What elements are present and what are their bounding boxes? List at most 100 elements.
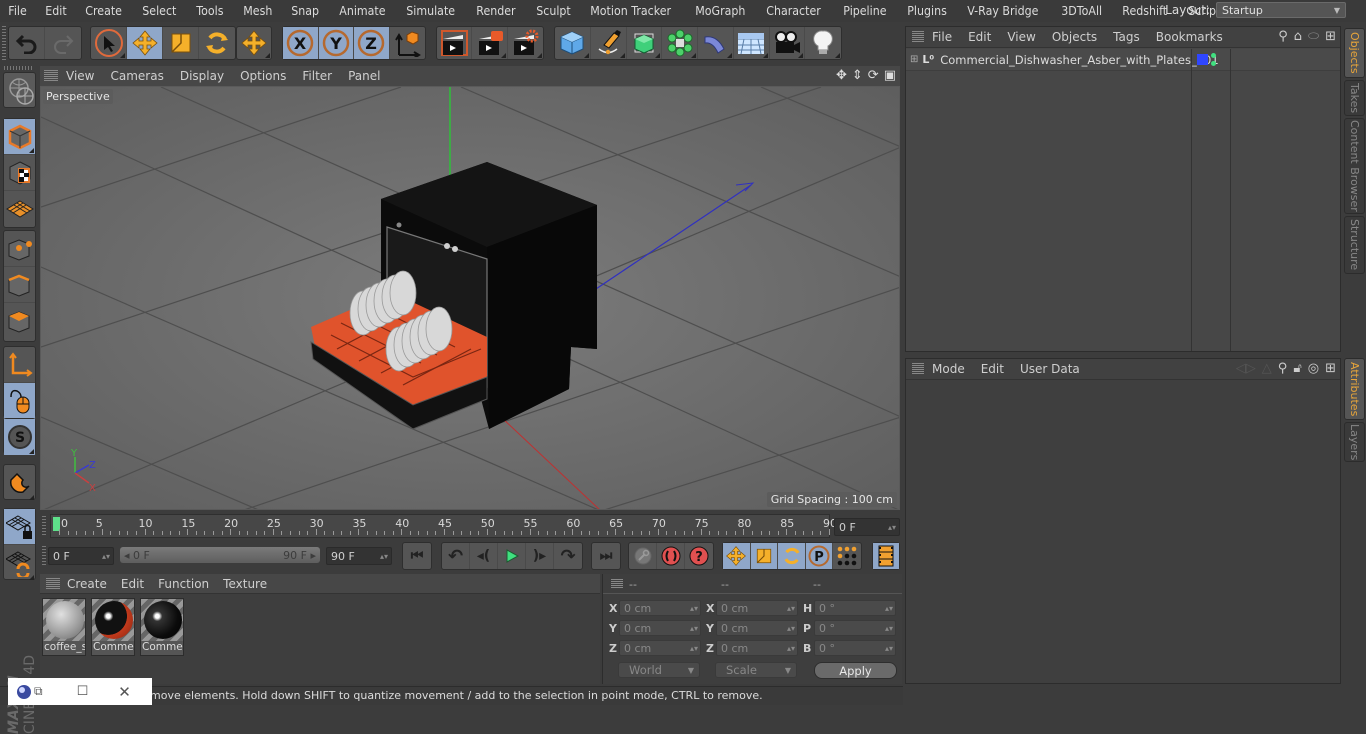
material-swatch[interactable]: Commer [91, 598, 135, 656]
range-start[interactable]: ◂ 0 F [124, 549, 150, 562]
key-parameter-button[interactable]: P [805, 543, 834, 569]
menu-3dtoall[interactable]: 3DToAll [1053, 4, 1109, 18]
tab-structure[interactable]: Structure [1344, 216, 1365, 274]
menu-tools[interactable]: Tools [188, 4, 231, 18]
menu-motion-tracker[interactable]: Motion Tracker [582, 4, 678, 18]
viewport-pan-icon[interactable]: ✥ [836, 68, 847, 83]
search-icon[interactable]: ⚲ [1278, 29, 1288, 44]
viewport-dolly-icon[interactable]: ⇕ [852, 68, 863, 83]
key-pla-button[interactable] [833, 543, 861, 569]
back-arrow-icon[interactable]: ◁▷ [1236, 361, 1256, 376]
viewport-maximize-icon[interactable]: ▣ [884, 68, 896, 83]
next-frame-button[interactable]: )▸ [526, 543, 554, 569]
panel-grip[interactable] [611, 579, 623, 589]
viewport-menu-options[interactable]: Options [232, 69, 294, 83]
lock-workplane-button[interactable] [4, 509, 35, 545]
material-swatch[interactable]: coffee_s [42, 598, 86, 656]
menu-edit[interactable]: Edit [37, 4, 74, 18]
planar-workplane-button[interactable] [4, 545, 35, 581]
tab-content-browser[interactable]: Content Browser [1344, 118, 1365, 214]
material-menu-create[interactable]: Create [60, 577, 114, 591]
menu-animate[interactable]: Animate [331, 4, 393, 18]
menu-simulate[interactable]: Simulate [398, 4, 462, 18]
up-arrow-icon[interactable]: △ [1262, 361, 1272, 376]
go-to-start-button[interactable]: ⏮ [403, 543, 431, 569]
viewport-menu-panel[interactable]: Panel [340, 69, 388, 83]
range-end[interactable]: 90 F ▸ [283, 549, 316, 562]
size-y-field[interactable]: 0 cm ▴▾ [716, 620, 798, 636]
attribute-menu-edit[interactable]: Edit [973, 362, 1012, 376]
maximize-icon[interactable]: ☐ [77, 684, 89, 699]
recent-tool-button[interactable] [237, 27, 271, 59]
apply-button[interactable]: Apply [814, 662, 897, 679]
undo-button[interactable] [9, 27, 45, 59]
panel-grip[interactable] [46, 577, 60, 590]
material-swatch[interactable]: Commer [140, 598, 184, 656]
render-to-picture-viewer-button[interactable] [472, 27, 508, 59]
attribute-menu-mode[interactable]: Mode [924, 362, 973, 376]
snap-enable-button[interactable] [4, 465, 35, 501]
subdivision-surface-button[interactable] [627, 27, 663, 59]
new-panel-icon[interactable]: ⊞ [1325, 29, 1336, 44]
axis-mode-button[interactable] [4, 347, 35, 383]
transform-mode-dropdown[interactable]: Scale ▼ [715, 662, 797, 678]
start-frame-field[interactable]: 0 F ▴▾ [48, 547, 114, 565]
camera-button[interactable] [770, 27, 806, 59]
cube-button[interactable] [555, 27, 591, 59]
rotate-tool-button[interactable] [199, 27, 235, 59]
timeline-ruler[interactable]: 0 5 10 15 20 25 30 35 40 45 50 55 60 65 70 75 80 85 90 [50, 514, 837, 538]
object-row[interactable]: ⊞ L⁰ Commercial_Dishwasher_Asber_with_Pl… [906, 49, 1340, 71]
solo-mode-button[interactable]: S [4, 419, 35, 455]
position-z-field[interactable]: 0 cm ▴▾ [619, 640, 701, 656]
material-menu-edit[interactable]: Edit [114, 577, 151, 591]
edit-render-settings-button[interactable] [508, 27, 543, 59]
edges-mode-button[interactable] [4, 267, 35, 303]
record-keys-button[interactable] [629, 543, 657, 569]
key-rotation-button[interactable] [778, 543, 806, 569]
workplane-mode-button[interactable] [4, 191, 35, 227]
expand-icon[interactable]: ⊞ [910, 54, 918, 65]
frame-range-slider[interactable]: ◂ 0 F 90 F ▸ [120, 547, 320, 563]
polygons-mode-button[interactable] [4, 303, 35, 339]
object-menu-tags[interactable]: Tags [1105, 30, 1148, 44]
next-key-button[interactable]: ↷ [554, 543, 582, 569]
autokey-button[interactable] [657, 543, 685, 569]
key-scale-button[interactable] [750, 543, 779, 569]
target-icon[interactable]: ◎ [1308, 361, 1319, 376]
current-frame-field[interactable]: 0 F ▴▾ [834, 518, 900, 536]
menu-mesh[interactable]: Mesh [235, 4, 280, 18]
home-icon[interactable]: ⌂ [1294, 29, 1302, 44]
previous-frame-button[interactable]: ◂( [470, 543, 498, 569]
viewport-orbit-icon[interactable]: ⟳ [868, 68, 879, 83]
new-panel-icon[interactable]: ⊞ [1325, 361, 1336, 376]
size-x-field[interactable]: 0 cm ▴▾ [716, 600, 798, 616]
material-menu-function[interactable]: Function [151, 577, 216, 591]
render-view-button[interactable] [437, 27, 473, 59]
palette-grip[interactable] [4, 66, 34, 70]
cloner-button[interactable] [662, 27, 698, 59]
end-frame-field[interactable]: 90 F ▴▾ [326, 547, 392, 565]
y-axis-lock-button[interactable]: Y [318, 27, 354, 59]
toolbar-grip[interactable] [2, 26, 6, 60]
pen-spline-button[interactable] [591, 27, 627, 59]
viewport-menu-filter[interactable]: Filter [294, 69, 340, 83]
tab-layers[interactable]: Layers [1344, 422, 1365, 462]
object-name[interactable]: Commercial_Dishwasher_Asber_with_Plates_… [940, 53, 1218, 67]
close-icon[interactable]: ✕ [118, 683, 131, 701]
keyframe-selection-button[interactable]: ? [685, 543, 713, 569]
viewport-menu-cameras[interactable]: Cameras [102, 69, 171, 83]
object-menu-objects[interactable]: Objects [1044, 30, 1105, 44]
object-menu-edit[interactable]: Edit [960, 30, 999, 44]
x-axis-lock-button[interactable]: X [283, 27, 319, 59]
position-y-field[interactable]: 0 cm ▴▾ [619, 620, 701, 636]
size-z-field[interactable]: 0 cm ▴▾ [716, 640, 798, 656]
scale-tool-button[interactable] [163, 27, 199, 59]
menu-plugins[interactable]: Plugins [899, 4, 954, 18]
search-icon[interactable]: ⚲ [1278, 361, 1288, 376]
object-menu-view[interactable]: View [999, 30, 1043, 44]
floor-button[interactable] [734, 27, 770, 59]
material-menu-texture[interactable]: Texture [216, 577, 274, 591]
tweak-mode-button[interactable] [4, 383, 35, 419]
menu-character[interactable]: Character [758, 4, 828, 18]
previous-key-button[interactable]: ↶ [442, 543, 470, 569]
